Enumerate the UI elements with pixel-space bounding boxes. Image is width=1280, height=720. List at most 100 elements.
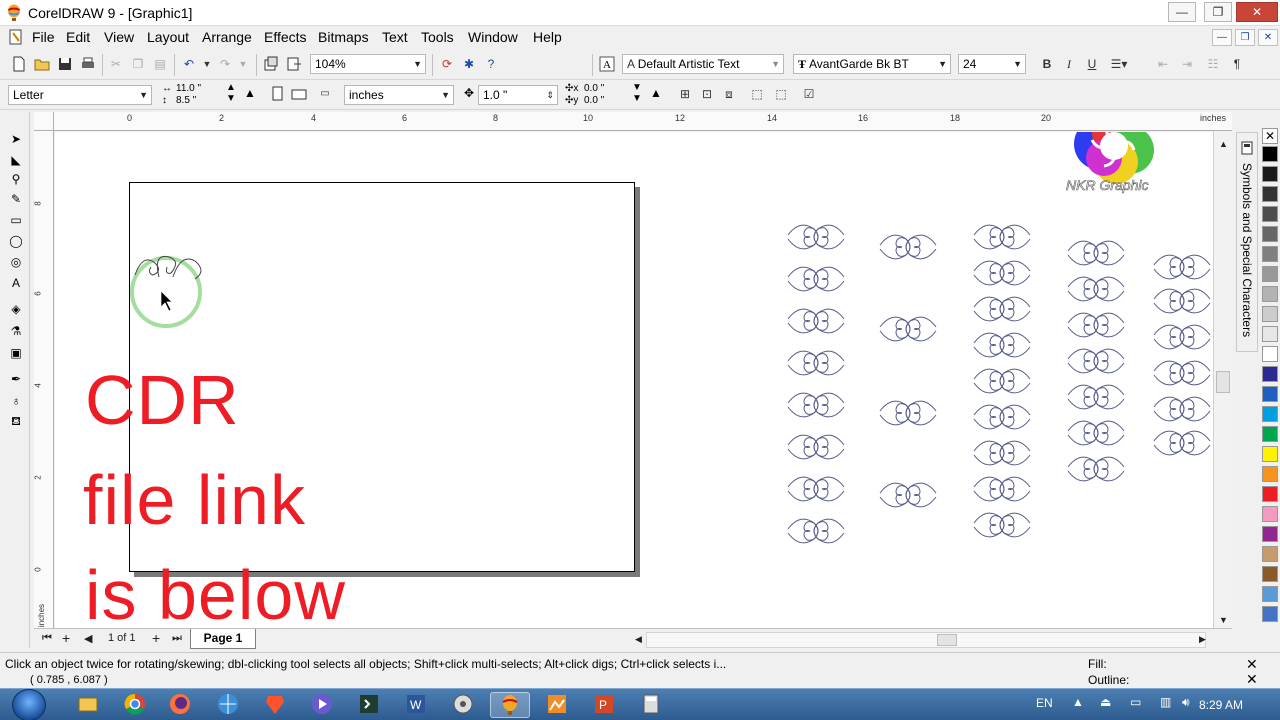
color-swatch[interactable]	[1262, 326, 1278, 342]
clock-time[interactable]: 8:29 AM	[1199, 698, 1243, 712]
treat-as-filled-icon[interactable]: ⬚	[748, 85, 766, 103]
menu-effects[interactable]: Effects	[264, 29, 307, 45]
duplicate-x-field[interactable]: 0.0 "	[584, 83, 604, 94]
redo-icon[interactable]: ↷	[216, 55, 234, 73]
menu-help[interactable]: Help	[533, 29, 562, 45]
outline-none-icon[interactable]: ✕	[1246, 671, 1258, 688]
media-player-icon[interactable]	[302, 692, 342, 718]
color-swatch[interactable]	[1262, 506, 1278, 522]
text-style-dropdown[interactable]: A Default Artistic Text ▼	[622, 54, 784, 74]
text-tool-icon[interactable]: A	[598, 55, 616, 73]
duplicate-y-field[interactable]: 0.0 "	[584, 95, 604, 106]
scroll-right-icon[interactable]: ▶	[1199, 634, 1206, 645]
drawing-canvas[interactable]: CDR file link is below NKR Graphic	[55, 132, 1213, 628]
word-icon[interactable]: W	[396, 692, 436, 718]
paint-bucket-icon[interactable]: ⛾	[6, 412, 26, 430]
rectangle-tool-icon[interactable]: ▭	[6, 211, 26, 229]
zoom-level-dropdown[interactable]: 104% ▼	[310, 54, 426, 74]
paste-icon[interactable]: ▤	[151, 55, 169, 73]
page-layout-icon[interactable]: ▭	[316, 85, 334, 103]
align-dropdown-icon[interactable]: ☰▾	[1110, 55, 1128, 73]
add-page-before-icon[interactable]: +	[62, 630, 70, 646]
shape-tool-icon[interactable]: ◣	[6, 151, 26, 169]
fill-tool-icon[interactable]: ♁	[6, 392, 26, 410]
firefox-icon[interactable]	[160, 692, 200, 718]
settings-app-icon[interactable]	[443, 692, 483, 718]
document-minimize-button[interactable]: —	[1212, 29, 1232, 46]
snap-to-guidelines-icon[interactable]: ⊡	[698, 85, 716, 103]
color-swatch[interactable]	[1262, 366, 1278, 382]
previous-page-icon[interactable]: ◀	[84, 632, 92, 645]
network-icon[interactable]: ▥	[1160, 695, 1171, 709]
underline-button[interactable]: U	[1083, 55, 1101, 73]
save-icon[interactable]	[56, 55, 74, 73]
color-swatch[interactable]	[1262, 406, 1278, 422]
color-swatch[interactable]	[1262, 546, 1278, 562]
network-globe-icon[interactable]	[208, 692, 248, 718]
zoom-tool-icon[interactable]: ⚲	[6, 170, 26, 188]
copy-icon[interactable]: ❐	[129, 55, 147, 73]
interactive-blend-icon[interactable]: ▣	[6, 344, 26, 362]
color-swatch[interactable]	[1262, 246, 1278, 262]
menu-file[interactable]: File	[32, 29, 55, 45]
spiral-tool-icon[interactable]: ◎	[6, 253, 26, 271]
document-icon[interactable]	[8, 29, 24, 45]
menu-bitmaps[interactable]: Bitmaps	[318, 29, 369, 45]
cut-icon[interactable]: ✂	[107, 55, 125, 73]
display-icon[interactable]: ▭	[1130, 695, 1141, 709]
calculator-icon[interactable]	[631, 692, 671, 718]
color-swatch[interactable]	[1262, 166, 1278, 182]
whats-this-help-icon[interactable]: ?	[482, 55, 500, 73]
nudge-offset-field[interactable]: 1.0 " ⇕	[478, 85, 558, 105]
scroll-down-icon[interactable]: ▼	[1219, 615, 1228, 625]
no-fill-swatch[interactable]: ✕	[1262, 128, 1278, 144]
image-app-icon[interactable]	[537, 692, 577, 718]
pick-tool-icon[interactable]: ➤	[6, 130, 26, 148]
maximize-button[interactable]: ❐	[1204, 2, 1232, 22]
first-page-icon[interactable]: ⏮	[42, 632, 52, 645]
page-width-field[interactable]: 11.0 "	[176, 83, 201, 94]
font-name-dropdown[interactable]: Ŧ AvantGarde Bk BT ▼	[793, 54, 951, 74]
color-swatch[interactable]	[1262, 206, 1278, 222]
menu-layout[interactable]: Layout	[147, 29, 189, 45]
undo-icon[interactable]: ↶	[180, 55, 198, 73]
horizontal-scroll-thumb[interactable]	[937, 634, 957, 646]
scroll-left-icon[interactable]: ◀	[635, 634, 642, 645]
tab-page-1[interactable]: Page 1	[190, 629, 256, 649]
new-document-icon[interactable]	[10, 55, 28, 73]
brave-icon[interactable]	[255, 692, 295, 718]
color-swatch[interactable]	[1262, 486, 1278, 502]
snap-to-grid-icon[interactable]: ⊞	[676, 85, 694, 103]
application-launcher-icon[interactable]: ⟳	[438, 55, 456, 73]
freehand-tool-icon[interactable]: ✎	[6, 190, 26, 208]
ornament-on-page[interactable]	[125, 247, 215, 337]
add-page-after-icon[interactable]: +	[152, 630, 160, 646]
eyedropper-tool-icon[interactable]: ⚗	[6, 322, 26, 340]
color-swatch[interactable]	[1262, 586, 1278, 602]
undo-dropdown-icon[interactable]: ▼	[198, 55, 216, 73]
coreldraw-taskbar-icon[interactable]	[490, 692, 530, 718]
portrait-icon[interactable]	[268, 85, 286, 103]
scroll-up-icon[interactable]: ▲	[1219, 139, 1228, 149]
vertical-scrollbar[interactable]: ▲ ▼	[1213, 131, 1232, 628]
bold-button[interactable]: B	[1038, 55, 1056, 73]
chrome-icon[interactable]	[115, 692, 155, 718]
scroll-ornaments-group[interactable]	[780, 217, 1212, 552]
color-swatch[interactable]	[1262, 286, 1278, 302]
usb-device-icon[interactable]: ⏏	[1100, 695, 1111, 709]
paragraph-button[interactable]: ¶	[1228, 55, 1246, 73]
decrease-indent-icon[interactable]: ⇤	[1154, 55, 1172, 73]
document-close-button[interactable]: ✕	[1258, 29, 1278, 46]
menu-view[interactable]: View	[104, 29, 134, 45]
close-button[interactable]: ✕	[1236, 2, 1278, 22]
menu-arrange[interactable]: Arrange	[202, 29, 252, 45]
interactive-fill-icon[interactable]: ◈	[6, 300, 26, 318]
menu-text[interactable]: Text	[382, 29, 408, 45]
color-swatch[interactable]	[1262, 266, 1278, 282]
bullet-list-icon[interactable]: ☷	[1204, 55, 1222, 73]
draw-objects-selected-icon[interactable]: ⬚	[772, 85, 790, 103]
vertical-scroll-thumb[interactable]	[1216, 371, 1230, 393]
units-dropdown[interactable]: inches ▼	[344, 85, 454, 105]
symbols-docker-tab[interactable]: Symbols and Special Characters	[1236, 132, 1258, 352]
last-page-icon[interactable]: ⏭	[172, 632, 182, 645]
